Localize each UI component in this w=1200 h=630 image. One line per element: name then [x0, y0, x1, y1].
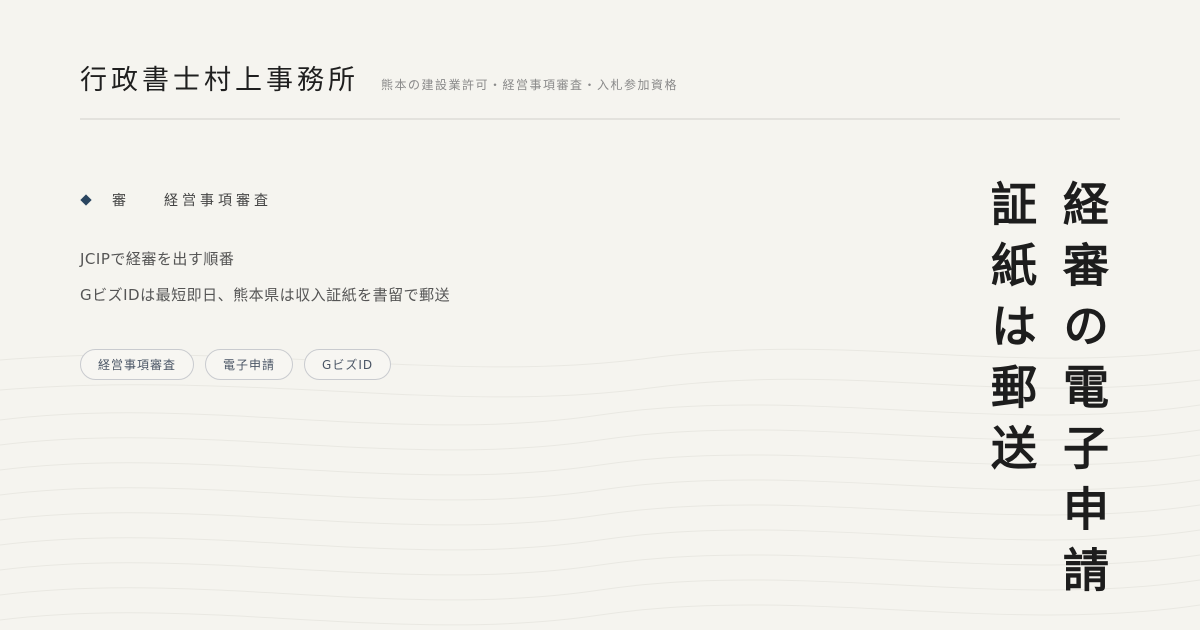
category-name: 経営事項審査: [164, 193, 272, 209]
site-header: 行政書士村上事務所 熊本の建設業許可・経営事項審査・入札参加資格: [80, 62, 1120, 120]
headline-column-1: 経審の電子申請: [1056, 180, 1110, 607]
category-label: 審 経営事項審査: [80, 190, 272, 210]
site-tagline: 熊本の建設業許可・経営事項審査・入札参加資格: [381, 78, 679, 92]
site-title[interactable]: 行政書士村上事務所: [80, 62, 359, 100]
summary-line-2: GビズIDは最短即日、熊本県は収入証紙を書留で郵送: [80, 286, 451, 304]
tag-gbizid[interactable]: GビズID: [304, 349, 392, 380]
category-short: 審: [112, 193, 130, 209]
summary: JCIPで経審を出す順番 GビズIDは最短即日、熊本県は収入証紙を書留で郵送: [80, 246, 450, 318]
headline-column-2: 証紙は郵送: [984, 180, 1038, 485]
tag-list: 経営事項審査 電子申請 GビズID: [80, 349, 402, 380]
tag-electronic-application[interactable]: 電子申請: [205, 349, 294, 380]
diamond-icon: [80, 194, 92, 206]
summary-line-1: JCIPで経審を出す順番: [80, 250, 235, 268]
tag-keishin[interactable]: 経営事項審査: [80, 349, 195, 380]
